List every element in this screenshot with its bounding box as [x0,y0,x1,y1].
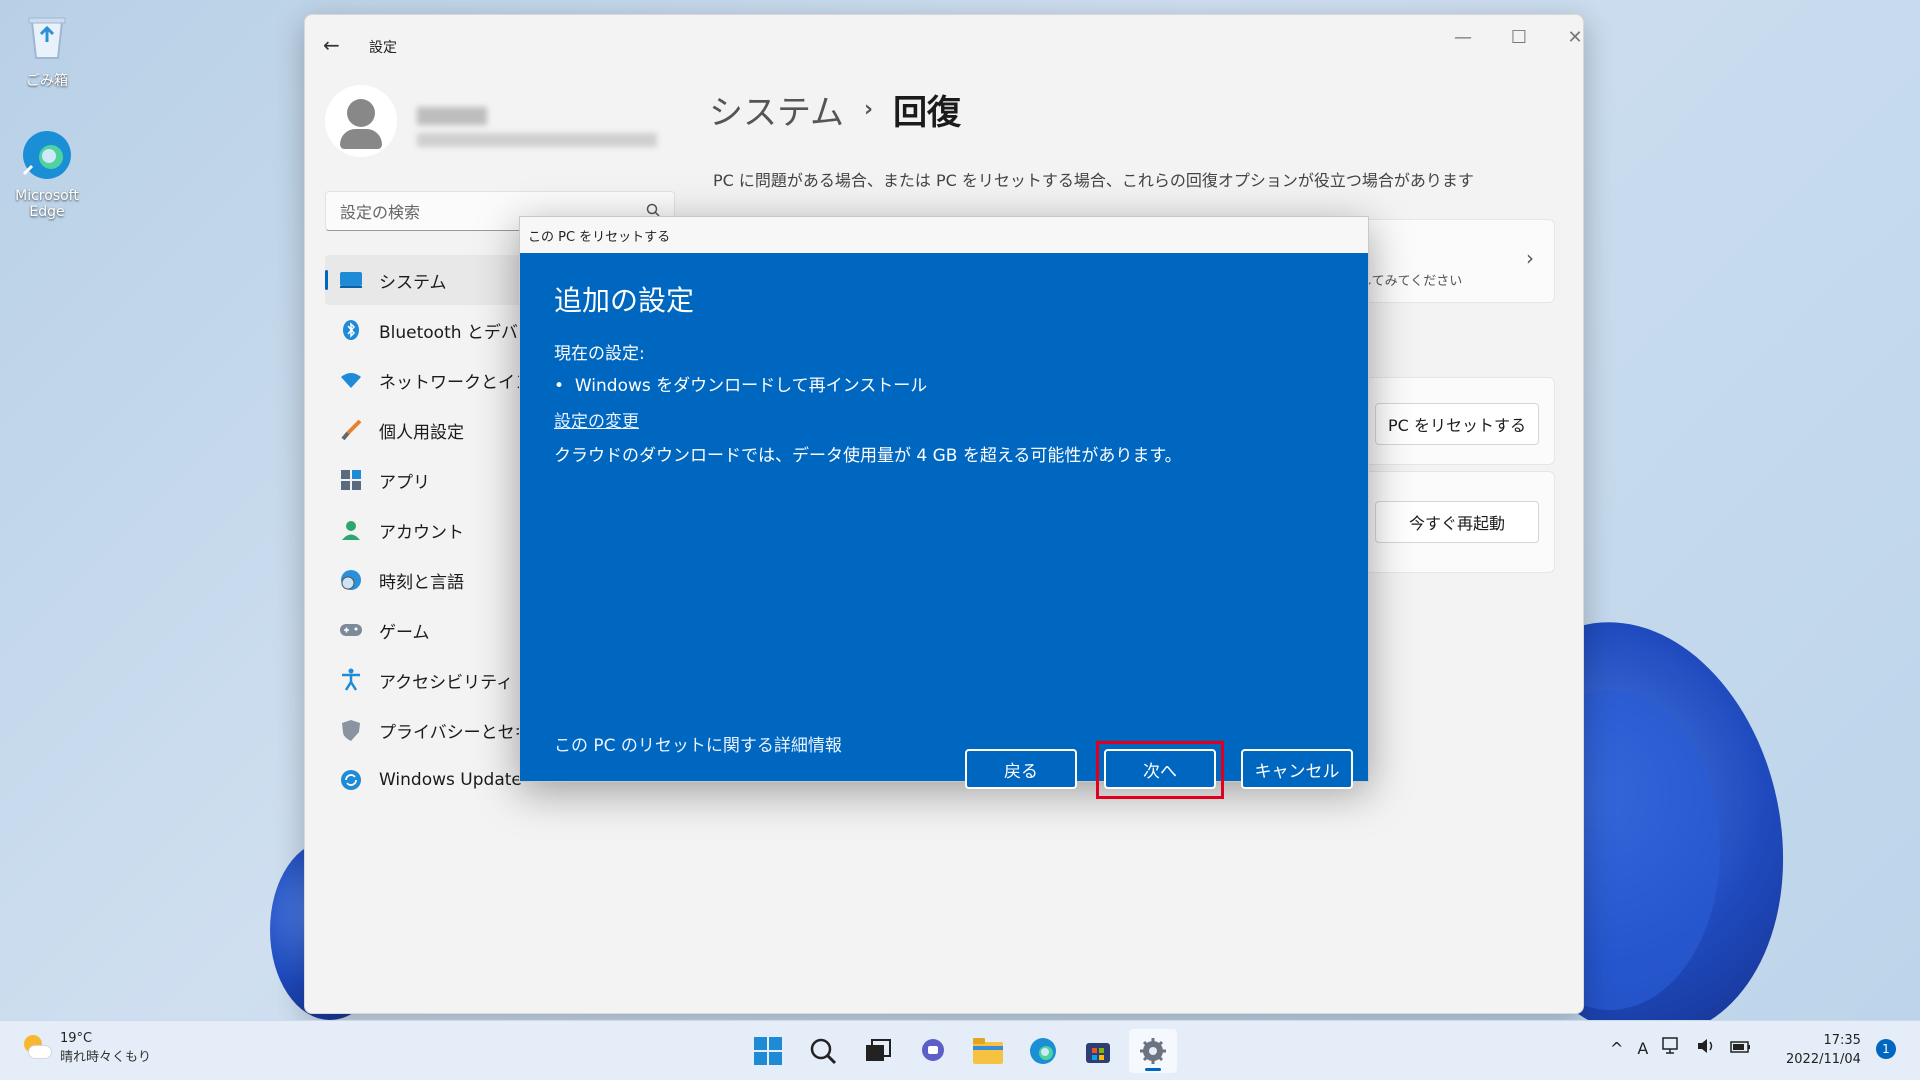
edge-icon [18,126,76,184]
sidebar-item-label: システム [379,272,447,293]
back-arrow-icon[interactable]: ← [323,33,340,57]
sidebar-item-label: ゲーム [379,622,430,643]
monitor-icon [339,268,363,292]
bluetooth-icon [339,318,363,342]
clock-date: 2022/11/04 [1786,1052,1861,1067]
volume-icon[interactable] [1696,1037,1716,1059]
sidebar-item-label: Windows Update [379,770,522,790]
reset-pc-button[interactable]: PC をリセットする [1375,403,1539,445]
person-icon [339,518,363,542]
avatar[interactable] [325,85,397,157]
redacted-email [417,133,657,147]
current-setting-item: • Windows をダウンロードして再インストール [554,371,927,396]
back-button[interactable]: 戻る [965,749,1077,789]
chevron-up-icon[interactable]: ^ [1610,1039,1623,1058]
shield-icon [339,718,363,742]
wifi-icon [339,368,363,392]
notification-badge[interactable]: 1 [1876,1039,1896,1059]
clock[interactable]: 17:35 2022/11/04 [1786,1031,1861,1069]
taskbar-apps [744,1029,1184,1073]
minimize-button[interactable]: — [1443,27,1483,48]
weather-condition: 晴れ時々くもり [60,1050,152,1065]
search-placeholder: 設定の検索 [340,203,421,222]
gamepad-icon [339,618,363,642]
desktop-icon-label: Microsoft Edge [15,188,79,220]
close-button[interactable]: ✕ [1555,27,1583,48]
data-usage-note: クラウドのダウンロードでは、データ使用量が 4 GB を超える可能性があります。 [554,446,1182,466]
edge-icon[interactable] [1019,1029,1067,1073]
recycle-bin-icon [18,8,76,66]
update-icon [339,768,363,792]
weather-partly-cloudy-icon [20,1033,52,1063]
desktop-icon-label: ごみ箱 [26,73,68,89]
more-info-link[interactable]: この PC のリセットに関する詳細情報 [554,731,842,756]
battery-icon[interactable] [1730,1039,1752,1058]
dialog-title: この PC をリセットする [520,217,1368,253]
chevron-right-icon: › [863,97,874,122]
system-tray: ^ A [1610,1037,1766,1059]
file-explorer-icon[interactable] [964,1029,1012,1073]
store-icon[interactable] [1074,1029,1122,1073]
weather-widget[interactable]: 19°C 晴れ時々くもり [20,1031,151,1065]
current-settings-label: 現在の設定: [554,344,645,364]
accessibility-icon [339,668,363,692]
search-icon[interactable] [799,1029,847,1073]
page-subtitle: PC に問題がある場合、または PC をリセットする場合、これらの回復オプション… [713,171,1474,190]
cancel-button[interactable]: キャンセル [1241,749,1353,789]
brush-icon [339,418,363,442]
breadcrumb-current: 回復 [893,93,962,133]
desktop-recycle-bin[interactable]: ごみ箱 [2,8,92,90]
taskbar: 19°C 晴れ時々くもり ^ A 17:35 2022/11/04 1 [0,1020,1920,1080]
apps-icon [339,468,363,492]
next-button[interactable]: 次へ [1104,749,1216,789]
task-view-icon[interactable] [854,1029,902,1073]
sidebar-item-label: アプリ [379,472,430,493]
teams-chat-icon[interactable] [909,1029,957,1073]
start-icon[interactable] [744,1029,792,1073]
chevron-right-icon: › [1526,246,1534,270]
redacted-username [417,107,487,125]
restart-now-button[interactable]: 今すぐ再起動 [1375,501,1539,543]
globe-clock-icon [339,568,363,592]
settings-gear-icon[interactable] [1129,1029,1177,1073]
sidebar-item-label: アクセシビリティ [379,672,514,693]
bullet-dot: • [554,376,575,396]
sidebar-item-label: 時刻と言語 [379,572,464,593]
sidebar-item-label: アカウント [379,522,464,543]
window-title: 設定 [369,40,397,56]
maximize-button[interactable]: ☐ [1499,27,1539,48]
change-settings-link[interactable]: 設定の変更 [554,407,639,432]
desktop-edge[interactable]: Microsoft Edge [2,126,92,220]
ime-indicator[interactable]: A [1637,1039,1648,1058]
breadcrumb-parent[interactable]: システム [709,85,844,134]
clock-time: 17:35 [1823,1033,1861,1048]
weather-temperature: 19°C [60,1031,93,1046]
title-bar: ← 設定 — ☐ ✕ [305,15,1583,75]
current-setting-text: Windows をダウンロードして再インストール [574,376,928,396]
sidebar-item-label: 個人用設定 [379,422,464,443]
network-icon[interactable] [1662,1037,1682,1059]
dialog-heading: 追加の設定 [554,284,695,317]
page-title: システム › 回復 [709,85,961,134]
reset-pc-dialog: この PC をリセットする 追加の設定 現在の設定: • Windows をダウ… [519,216,1369,799]
